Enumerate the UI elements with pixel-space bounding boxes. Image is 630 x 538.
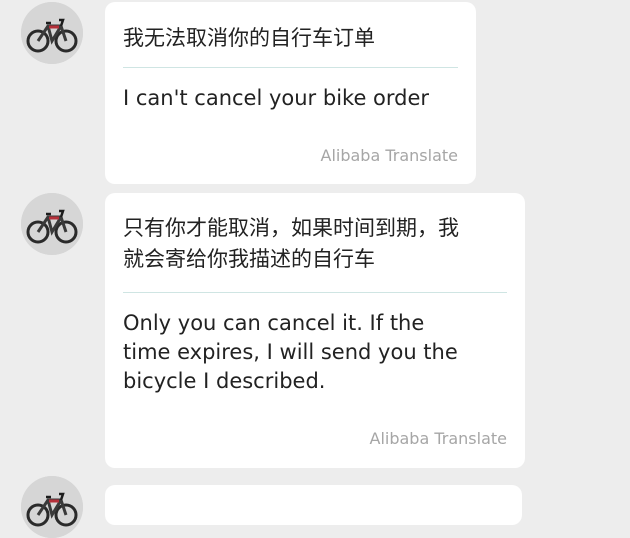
- translation-divider: [123, 292, 507, 293]
- bicycle-icon: [21, 2, 83, 64]
- message-bubble[interactable]: [105, 485, 522, 525]
- original-text: 我无法取消你的自行车订单: [123, 26, 375, 50]
- bicycle-icon: [21, 476, 83, 538]
- bicycle-icon: [21, 193, 83, 255]
- translated-text: Only you can cancel it. If the time expi…: [123, 311, 458, 393]
- avatar[interactable]: [21, 476, 83, 538]
- avatar[interactable]: [21, 2, 83, 64]
- translation-attribution: Alibaba Translate: [320, 146, 459, 165]
- original-text: 只有你才能取消，如果时间到期，我 就会寄给你我描述的自行车: [123, 216, 459, 271]
- translation-attribution: Alibaba Translate: [369, 429, 508, 448]
- avatar[interactable]: [21, 193, 83, 255]
- message-bubble[interactable]: 只有你才能取消，如果时间到期，我 就会寄给你我描述的自行车 Only you c…: [105, 193, 525, 468]
- translation-divider: [123, 67, 458, 68]
- translated-text: I can't cancel your bike order: [123, 86, 430, 110]
- message-bubble[interactable]: 我无法取消你的自行车订单 I can't cancel your bike or…: [105, 2, 476, 184]
